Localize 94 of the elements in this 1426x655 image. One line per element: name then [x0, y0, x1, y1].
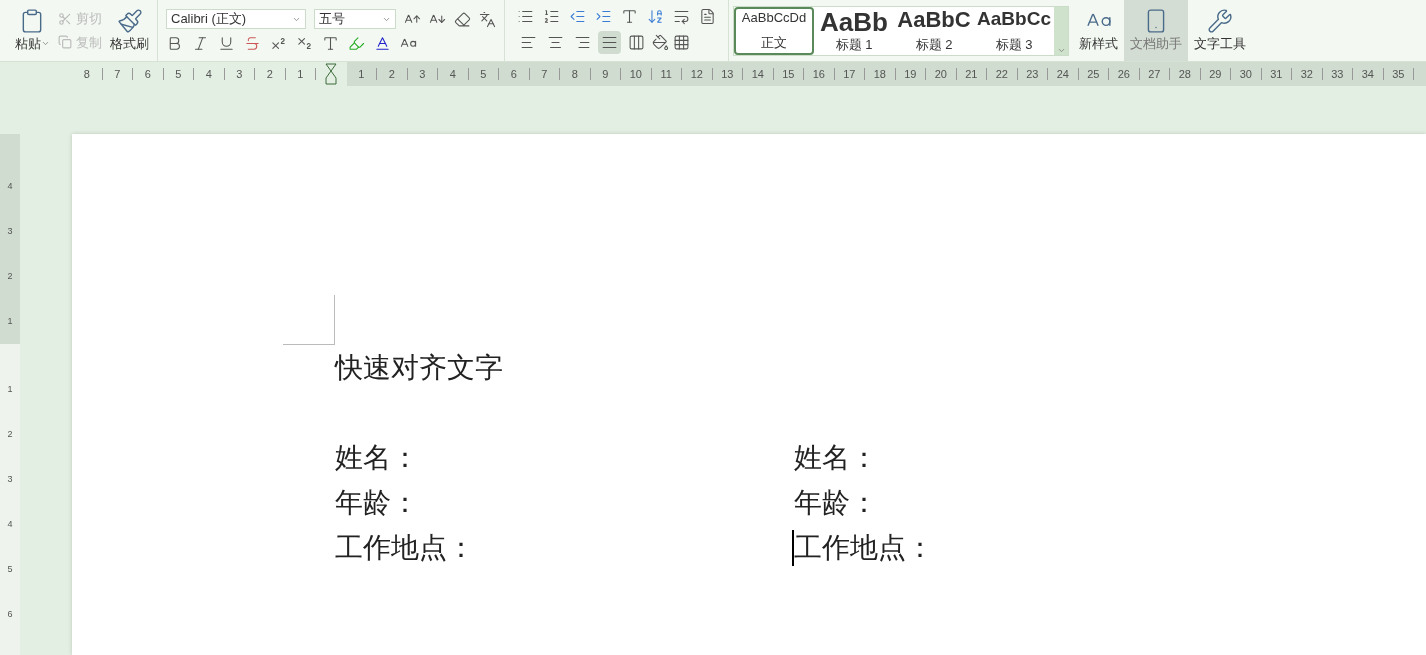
align-icon [628, 33, 645, 51]
caret-icon [40, 39, 50, 48]
ruler-number: 6 [6, 607, 14, 621]
ruler-number: 31 [1261, 68, 1292, 80]
ruler-number: 17 [834, 68, 865, 80]
ruler-number: 6 [133, 68, 164, 80]
ruler-number: 28 [1170, 68, 1201, 80]
pinyin-icon[interactable] [479, 10, 496, 28]
font-size-dropdown[interactable]: 五号 [314, 9, 396, 29]
document-title: 快速对齐文字 [335, 351, 503, 385]
ruler-number: 24 [1048, 68, 1079, 80]
ruler-number: 7 [529, 68, 560, 80]
ruler-number: 4 [438, 68, 469, 80]
text-direction-icon[interactable] [621, 7, 638, 25]
ruler-number: 33 [1322, 68, 1353, 80]
ruler-number: 3 [224, 68, 255, 80]
superscript-icon[interactable] [270, 35, 287, 52]
ruler-number: 6 [499, 68, 530, 80]
ruler-number: 25 [1078, 68, 1109, 80]
ruler-number: 22 [987, 68, 1018, 80]
ruler-number: 3 [6, 472, 14, 486]
ruler-number: 16 [804, 68, 835, 80]
ruler-number: 4 [194, 68, 225, 80]
style-item[interactable]: AaBbC 标题 2 [894, 6, 974, 55]
ruler-number: 34 [1353, 68, 1384, 80]
format-painter-button[interactable]: 格式刷 [110, 7, 149, 54]
ruler-number: 4 [6, 179, 14, 193]
ruler-number: 4 [6, 517, 14, 531]
ruler-number: 2 [6, 269, 14, 283]
text-effect-icon[interactable] [322, 35, 339, 52]
numbered-list-icon[interactable] [543, 7, 560, 25]
ruler-number: 1 [6, 314, 14, 328]
style-item[interactable]: AaBbCcDd 正文 [734, 6, 814, 55]
style-item[interactable]: AaBbCc 标题 3 [974, 6, 1054, 55]
ruler-number: 30 [1231, 68, 1262, 80]
shading-icon[interactable] [652, 33, 669, 51]
font-color-icon[interactable] [374, 35, 391, 52]
ruler-number: 26 [1109, 68, 1140, 80]
ruler-number: 8 [72, 68, 103, 80]
ruler-number: 35 [1383, 68, 1414, 80]
sort-icon[interactable] [647, 7, 664, 25]
form-label: 姓名： [335, 440, 419, 475]
form-label: 年龄： [794, 485, 878, 520]
ruler-number: 27 [1139, 68, 1170, 80]
scissors-icon [58, 11, 72, 26]
copy-icon [58, 35, 72, 50]
paintbrush-icon [116, 7, 143, 34]
ribbon-tool-button[interactable]: 新样式 [1073, 0, 1124, 61]
ruler-number: 21 [956, 68, 987, 80]
italic-icon[interactable] [192, 35, 209, 52]
style-item[interactable]: AaBb 标题 1 [814, 6, 894, 55]
strikethrough-icon[interactable] [244, 35, 261, 52]
ruler-number: 19 [895, 68, 926, 80]
ruler-number: 3 [6, 224, 14, 238]
ruler-number: 12 [682, 68, 713, 80]
ruler-number: 5 [6, 562, 14, 576]
ruler-number: 9 [590, 68, 621, 80]
ruler-number: 8 [560, 68, 591, 80]
indent-marker-icon[interactable] [325, 63, 338, 85]
ruler-number: 18 [865, 68, 896, 80]
ruler-number: 20 [926, 68, 957, 80]
ruler-number: 29 [1200, 68, 1231, 80]
ruler-number: 7 [102, 68, 133, 80]
underline-icon[interactable] [218, 35, 235, 52]
ruler-number: 2 [6, 427, 14, 441]
ruler-number: 14 [743, 68, 774, 80]
ruler-number: 2 [255, 68, 286, 80]
ruler-number: 5 [468, 68, 499, 80]
ruler-number: 32 [1292, 68, 1323, 80]
ruler-number: 10 [621, 68, 652, 80]
ruler-number: 5 [163, 68, 194, 80]
ruler-number: 1 [346, 68, 377, 80]
form-label: 工作地点： [335, 530, 475, 565]
align-button[interactable] [598, 30, 621, 54]
border-icon[interactable] [673, 33, 690, 51]
ruler-number: 13 [712, 68, 743, 80]
ribbon-tool-button[interactable]: 文字工具 [1188, 0, 1252, 61]
ruler-number: 3 [407, 68, 438, 80]
ruler-number: 11 [651, 68, 682, 80]
ruler-number: 1 [285, 68, 316, 80]
form-label: 姓名： [794, 440, 878, 475]
ruler-number: 15 [773, 68, 804, 80]
font-family-dropdown[interactable]: Calibri (正文) [166, 9, 306, 29]
eraser-icon[interactable] [454, 10, 471, 28]
form-label: 工作地点： [794, 530, 934, 565]
form-label: 年龄： [335, 485, 419, 520]
margin-corner-mark [283, 295, 335, 345]
ruler-number: 1 [6, 382, 14, 396]
page-icon[interactable] [699, 7, 716, 25]
subscript-icon[interactable] [296, 35, 313, 52]
paste-button[interactable]: 粘贴 [10, 7, 54, 54]
ruler-number: 2 [377, 68, 408, 80]
highlight-icon[interactable] [348, 35, 365, 52]
ruler-number: 23 [1017, 68, 1048, 80]
